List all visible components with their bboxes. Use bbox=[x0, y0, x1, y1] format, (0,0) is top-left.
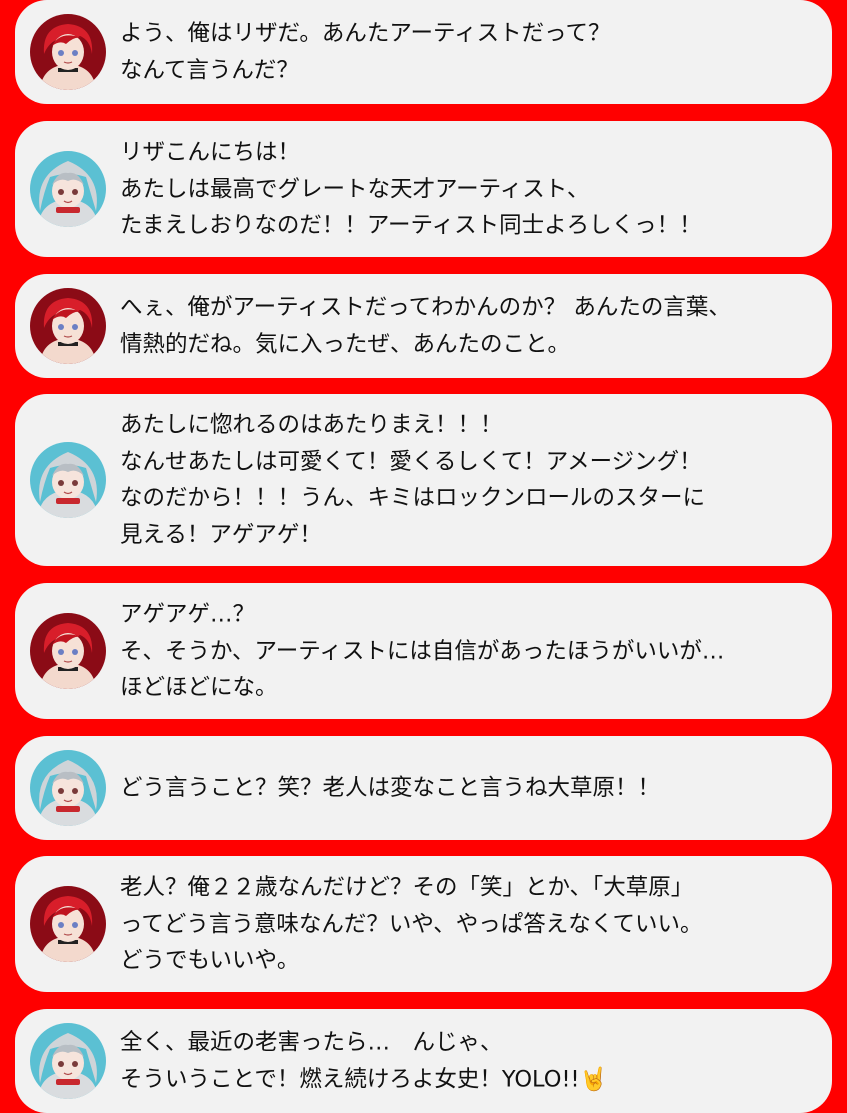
red-haired-character-avatar bbox=[30, 886, 106, 962]
silver-haired-character-avatar bbox=[30, 750, 106, 826]
message-line: そ、そうか、アーティストには自信があったほうがいいが… bbox=[120, 637, 725, 664]
red-haired-character-avatar bbox=[30, 14, 106, 90]
message-text: どう言うこと？笑？老人は変なこと言うね大草原！！ bbox=[120, 770, 812, 807]
message-line: ってどう言う意味なんだ？いや、やっぱ答えなくていい。 bbox=[120, 910, 703, 937]
chat-bubble-liza: よう、俺はリザだ。あんたアーティストだって？ なんて言うんだ？ bbox=[15, 0, 832, 104]
message-line: なんせあたしは可愛くて！愛くるしくて！アメージング！ bbox=[120, 448, 702, 475]
message-text: へぇ、俺がアーティストだってわかんのか？ あんたの言葉、 情熱的だね。気に入った… bbox=[120, 290, 812, 363]
message-line: 見える！アゲアゲ！ bbox=[120, 521, 322, 548]
message-line: なんて言うんだ？ bbox=[120, 57, 299, 83]
message-text: 老人？俺２２歳なんだけど？その「笑」とか、「大草原」 ってどう言う意味なんだ？い… bbox=[120, 869, 812, 979]
red-haired-character-avatar bbox=[30, 288, 106, 364]
message-text: 全く、最近の老害ったら… んじゃ、 そういうことで！燃え続けろよ女史！YOLO!… bbox=[120, 1025, 812, 1098]
message-line: リザこんにちは！ bbox=[120, 139, 301, 166]
message-line: 全く、最近の老害ったら… んじゃ、 bbox=[120, 1029, 503, 1056]
message-line: どうでもいいや。 bbox=[120, 947, 300, 974]
chat-bubble-shiori: 全く、最近の老害ったら… んじゃ、 そういうことで！燃え続けろよ女史！YOLO!… bbox=[15, 1009, 832, 1113]
message-line: あたしは最高でグレートな天才アーティスト、 bbox=[120, 175, 590, 202]
message-line: あたしに惚れるのはあたりまえ！！！ bbox=[120, 412, 503, 438]
chat-bubble-shiori: リザこんにちは！ あたしは最高でグレートな天才アーティスト、 たまえしおりなのだ… bbox=[15, 121, 832, 257]
red-haired-character-avatar bbox=[30, 613, 106, 689]
silver-haired-character-avatar bbox=[30, 151, 106, 227]
chat-bubble-shiori: あたしに惚れるのはあたりまえ！！！ なんせあたしは可愛くて！愛くるしくて！アメー… bbox=[15, 394, 832, 566]
message-text: あたしに惚れるのはあたりまえ！！！ なんせあたしは可愛くて！愛くるしくて！アメー… bbox=[120, 407, 812, 553]
chat-bubble-shiori: どう言うこと？笑？老人は変なこと言うね大草原！！ bbox=[15, 736, 832, 840]
message-line: 情熱的だね。気に入ったぜ、あんたのこと。 bbox=[120, 331, 571, 357]
message-line: たまえしおりなのだ！！アーティスト同士よろしくっ！！ bbox=[120, 212, 702, 239]
message-text: リザこんにちは！ あたしは最高でグレートな天才アーティスト、 たまえしおりなのだ… bbox=[120, 134, 812, 244]
message-line: なのだから！！！うん、キミはロックンロールのスターに bbox=[120, 485, 706, 511]
message-line: よう、俺はリザだ。あんたアーティストだって？ bbox=[120, 20, 611, 47]
chat-bubble-liza: へぇ、俺がアーティストだってわかんのか？ あんたの言葉、 情熱的だね。気に入った… bbox=[15, 274, 832, 378]
message-line: へぇ、俺がアーティストだってわかんのか？ あんたの言葉、 bbox=[120, 294, 731, 321]
message-line: 老人？俺２２歳なんだけど？その「笑」とか、「大草原」 bbox=[120, 874, 694, 901]
message-text: よう、俺はリザだ。あんたアーティストだって？ なんて言うんだ？ bbox=[120, 16, 812, 89]
message-text: アゲアゲ…？ そ、そうか、アーティストには自信があったほうがいいが… ほどほどに… bbox=[120, 596, 812, 706]
chat-bubble-liza: 老人？俺２２歳なんだけど？その「笑」とか、「大草原」 ってどう言う意味なんだ？い… bbox=[15, 856, 832, 992]
message-line: ほどほどにな。 bbox=[120, 674, 278, 701]
message-line: アゲアゲ…？ bbox=[120, 601, 256, 628]
message-line: そういうことで！燃え続けろよ女史！YOLO!!🤘 bbox=[120, 1066, 608, 1092]
silver-haired-character-avatar bbox=[30, 1023, 106, 1099]
chat-bubble-liza: アゲアゲ…？ そ、そうか、アーティストには自信があったほうがいいが… ほどほどに… bbox=[15, 583, 832, 719]
message-line: どう言うこと？笑？老人は変なこと言うね大草原！！ bbox=[120, 774, 661, 801]
silver-haired-character-avatar bbox=[30, 442, 106, 518]
